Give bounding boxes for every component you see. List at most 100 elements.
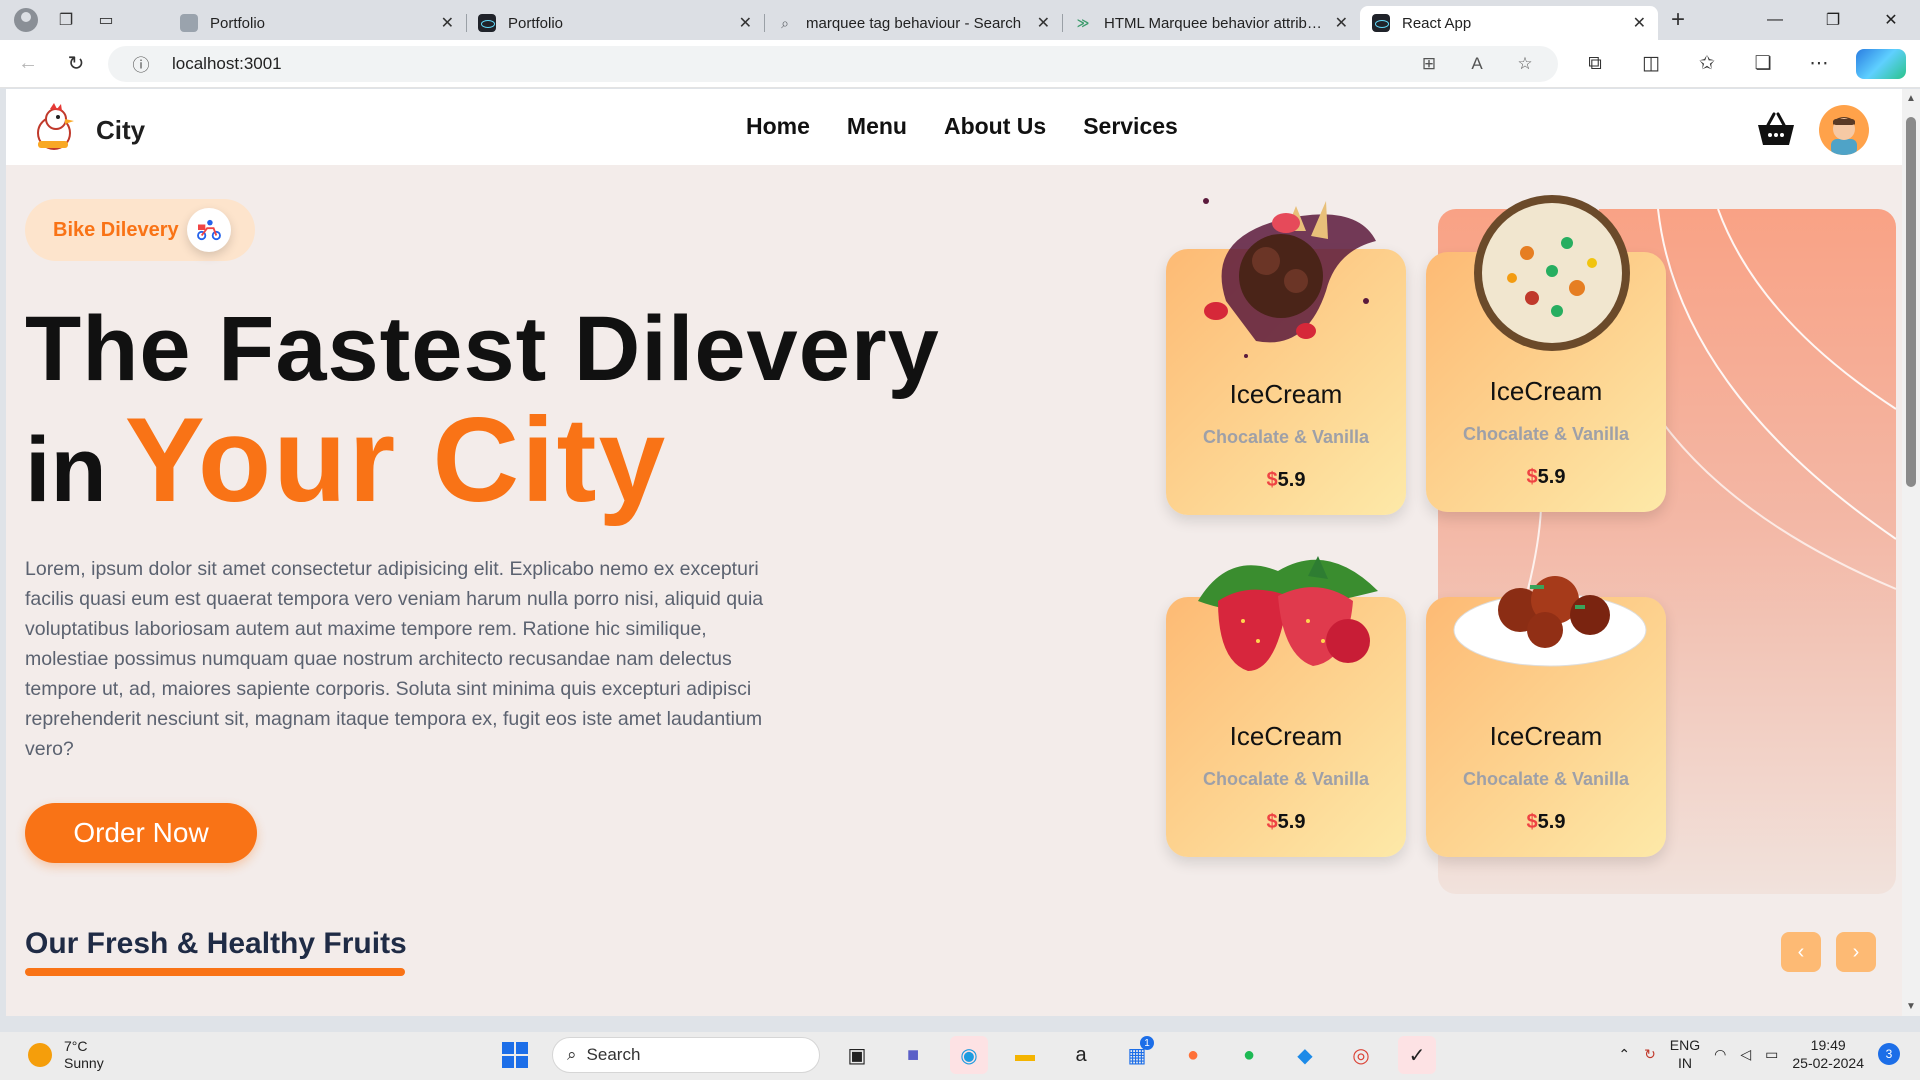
card-subtitle: Chocalate & Vanilla <box>1462 424 1630 444</box>
close-tab-icon[interactable]: ✕ <box>441 13 454 33</box>
card-subtitle: Chocalate & Vanilla <box>1462 769 1630 789</box>
copilot-icon[interactable] <box>1856 48 1906 79</box>
close-tab-icon[interactable]: ✕ <box>1633 13 1646 33</box>
read-aloud-icon[interactable]: A <box>1460 54 1494 74</box>
chrome-button[interactable]: ◎ <box>1342 1036 1380 1074</box>
start-button[interactable] <box>496 1036 534 1074</box>
file-explorer-button[interactable]: ▬ <box>1006 1036 1044 1074</box>
user-avatar[interactable] <box>1819 105 1869 155</box>
nav-about-us[interactable]: About Us <box>944 113 1046 140</box>
brand-name[interactable]: City <box>96 115 145 146</box>
browser-tab[interactable]: Portfolio ✕ <box>168 6 466 40</box>
vscode-button[interactable]: ◆ <box>1286 1036 1324 1074</box>
amazon-icon: a <box>1075 1043 1087 1066</box>
restore-icon[interactable]: ❐ <box>1804 0 1862 40</box>
taskbar-search[interactable]: ⌕ Search <box>552 1037 820 1073</box>
close-window-icon[interactable]: ✕ <box>1862 0 1920 40</box>
favorites-icon[interactable]: ✩ <box>1682 52 1732 75</box>
region-code: IN <box>1677 1055 1692 1071</box>
search-favicon-icon: ⌕ <box>781 15 789 31</box>
workspaces-icon[interactable]: ❐ <box>54 8 78 32</box>
chrome-icon: ◎ <box>1352 1044 1370 1067</box>
norton-button[interactable]: ✓ <box>1398 1036 1436 1074</box>
chevron-up-icon[interactable]: ⌃ <box>1618 1046 1630 1063</box>
biryani-image <box>1474 195 1630 351</box>
shopping-basket-icon[interactable] <box>1756 111 1796 147</box>
taskbar-search-placeholder: Search <box>586 1045 641 1064</box>
amazon-button[interactable]: a <box>1062 1036 1100 1074</box>
notification-badge[interactable]: 3 <box>1878 1043 1900 1065</box>
refresh-icon[interactable]: ↻ <box>56 44 96 84</box>
language-indicator[interactable]: ENG IN <box>1670 1036 1700 1072</box>
teams-icon: ■ <box>906 1043 920 1066</box>
card-price: $5.9 <box>1166 469 1406 492</box>
nav-menu[interactable]: Menu <box>847 113 907 140</box>
tab-title: Portfolio <box>508 14 564 32</box>
sun-icon <box>28 1043 52 1067</box>
task-view-button[interactable]: ▣ <box>838 1036 876 1074</box>
nav-home[interactable]: Home <box>746 113 810 140</box>
hero-line2-accent: Your City <box>124 393 668 527</box>
teams-button[interactable]: ■ <box>894 1036 932 1074</box>
scrollbar-thumb[interactable] <box>1906 117 1916 487</box>
browser-tab[interactable]: ⌕ marquee tag behaviour - Search ✕ <box>764 6 1062 40</box>
clock-date: 25-02-2024 <box>1792 1055 1864 1071</box>
scroll-up-icon[interactable]: ▲ <box>1902 93 1920 104</box>
url-text[interactable]: localhost:3001 <box>172 54 1398 74</box>
new-tab-button[interactable]: + <box>1658 6 1698 34</box>
slider-prev-button[interactable]: ‹ <box>1781 932 1821 972</box>
back-icon[interactable]: ← <box>8 44 48 84</box>
close-tab-icon[interactable]: ✕ <box>739 13 752 33</box>
close-tab-icon[interactable]: ✕ <box>1037 13 1050 33</box>
price-value: 5.9 <box>1537 811 1566 833</box>
collections-icon[interactable]: ❏ <box>1738 52 1788 75</box>
weather-temperature: 7°C <box>64 1038 88 1054</box>
site-info-icon[interactable]: ⓘ <box>124 51 158 76</box>
clock[interactable]: 19:49 25-02-2024 <box>1792 1036 1864 1072</box>
nav-services[interactable]: Services <box>1083 113 1178 140</box>
hero-description: Lorem, ipsum dolor sit amet consectetur … <box>25 558 764 760</box>
strawberries-image <box>1198 556 1378 671</box>
store-button[interactable]: ▦ 1 <box>1118 1036 1156 1074</box>
browser-tab[interactable]: ≫ HTML Marquee behavior attribute ✕ <box>1062 6 1360 40</box>
more-menu-icon[interactable]: ⋯ <box>1794 52 1844 75</box>
profile-icon[interactable] <box>14 8 38 32</box>
firefox-button[interactable]: ● <box>1174 1036 1212 1074</box>
battery-icon[interactable]: ▭ <box>1765 1046 1778 1063</box>
volume-icon[interactable]: ◁ <box>1740 1046 1751 1063</box>
extensions-icon[interactable]: ⧉ <box>1570 53 1620 75</box>
page-scrollbar[interactable]: ▲ ▼ <box>1902 89 1920 1016</box>
code-favicon-icon: ≫ <box>1076 16 1090 30</box>
close-tab-icon[interactable]: ✕ <box>1335 13 1348 33</box>
generic-favicon-icon <box>180 14 198 32</box>
vscode-icon: ◆ <box>1297 1044 1313 1067</box>
address-bar-row: ← ↻ ⓘ localhost:3001 ⊞ A ☆ ⧉ ◫ ✩ ❏ ⋯ <box>0 40 1920 88</box>
edge-button[interactable]: ◉ <box>950 1036 988 1074</box>
price-value: 5.9 <box>1277 811 1306 833</box>
split-screen-icon[interactable]: ◫ <box>1626 52 1676 75</box>
chicken-image <box>1453 576 1647 667</box>
price-currency: $ <box>1526 466 1538 488</box>
address-bar[interactable]: ⓘ localhost:3001 ⊞ A ☆ <box>108 45 1558 82</box>
tab-title: marquee tag behaviour - Search <box>806 14 1022 32</box>
spotify-button[interactable]: ● <box>1230 1036 1268 1074</box>
minimize-icon[interactable]: — <box>1746 0 1804 40</box>
taskbar-apps: ⌕ Search ▣ ■ ◉ ▬ a ▦ 1 ● ● ◆ ◎ ✓ <box>496 1036 1436 1074</box>
app-available-icon[interactable]: ⊞ <box>1412 54 1446 74</box>
favorite-star-icon[interactable]: ☆ <box>1508 54 1542 74</box>
weather-widget[interactable]: 7°C Sunny <box>28 1038 104 1072</box>
chicken-logo-icon[interactable] <box>30 101 84 155</box>
slider-next-button[interactable]: › <box>1836 932 1876 972</box>
wifi-icon[interactable]: ◠ <box>1714 1046 1726 1063</box>
order-now-button[interactable]: Order Now <box>25 803 257 863</box>
card-price: $5.9 <box>1426 466 1666 489</box>
scroll-down-icon[interactable]: ▼ <box>1902 1001 1920 1012</box>
browser-tab[interactable]: Portfolio ✕ <box>466 6 764 40</box>
price-value: 5.9 <box>1277 469 1306 491</box>
browser-tab-active[interactable]: React App ✕ <box>1360 6 1658 40</box>
price-currency: $ <box>1266 811 1278 833</box>
tab-title: Portfolio <box>210 14 266 32</box>
search-icon: ⌕ <box>567 1045 577 1064</box>
tab-actions-icon[interactable]: ▭ <box>94 8 118 32</box>
sync-icon[interactable]: ↻ <box>1644 1046 1656 1063</box>
